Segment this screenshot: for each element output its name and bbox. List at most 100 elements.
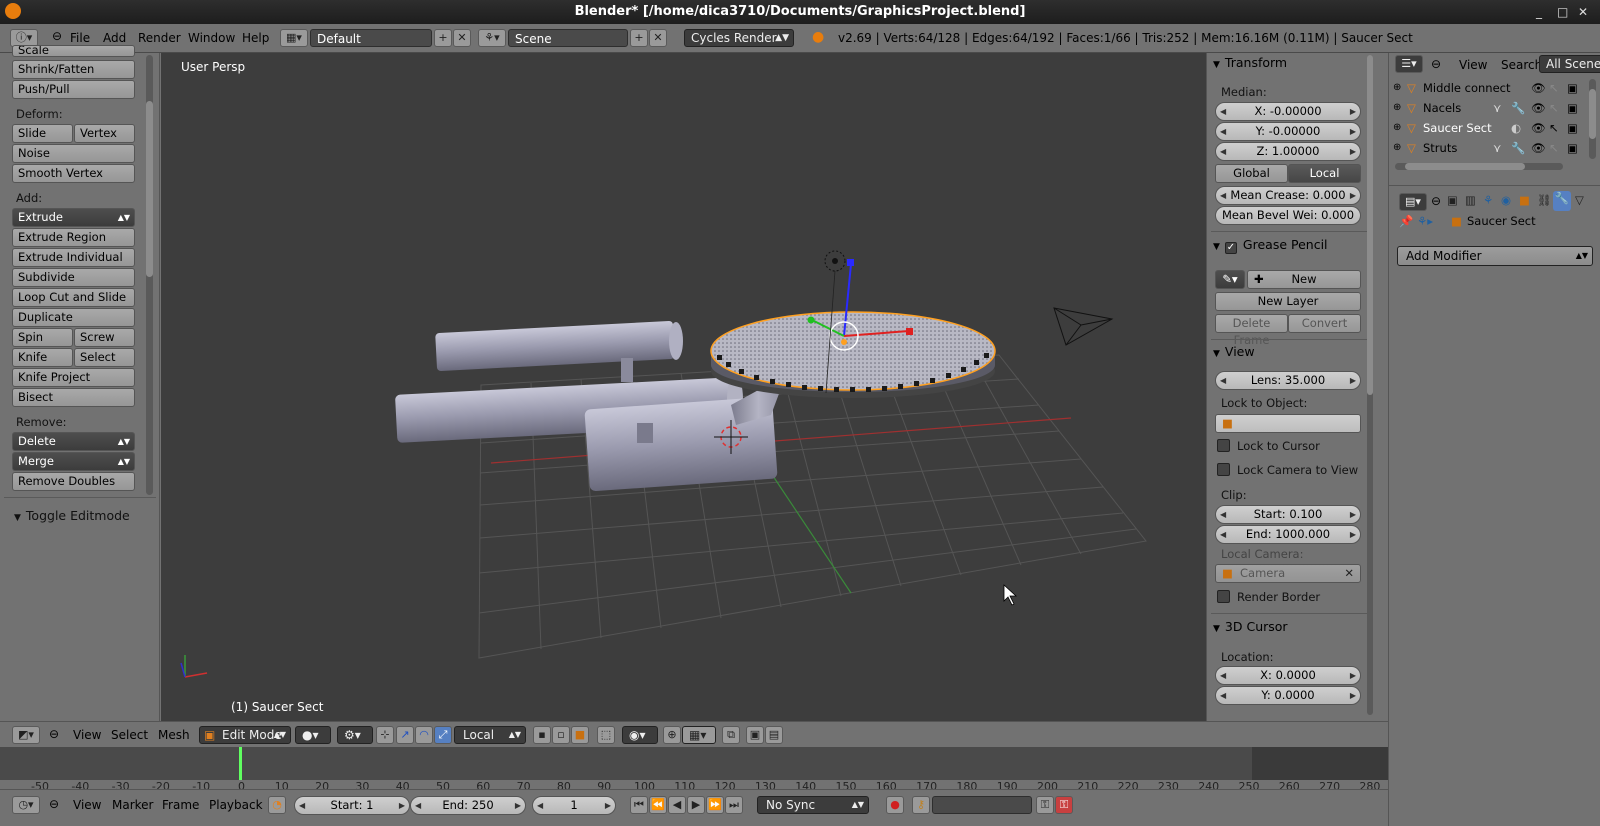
opengl-render-icon[interactable]: ▣ bbox=[746, 726, 764, 744]
lens-field[interactable]: ◀ Lens: 35.000 ▶ bbox=[1215, 371, 1361, 390]
collapse-menu-icon[interactable]: ⊖ bbox=[1431, 57, 1441, 71]
remove-scene-icon[interactable]: ✕ bbox=[649, 29, 667, 47]
slide-edge-button[interactable]: Slide Edge bbox=[12, 124, 73, 157]
jump-end-icon[interactable]: ⏭ bbox=[725, 796, 743, 814]
outliner-h-scroll-thumb[interactable] bbox=[1405, 163, 1525, 170]
global-toggle[interactable]: Global bbox=[1215, 164, 1288, 183]
scale-manipulator-icon[interactable]: ⤢ bbox=[434, 726, 452, 744]
median-z-field[interactable]: ◀ Z: 1.00000 ▶ bbox=[1215, 142, 1361, 161]
transform-orientation-dropdown[interactable]: Local ▲▼ bbox=[454, 726, 526, 744]
expand-icon[interactable]: ⊕ bbox=[1393, 118, 1401, 138]
close-icon[interactable]: ✕ bbox=[1578, 0, 1588, 24]
edge-select-icon[interactable]: ▫ bbox=[552, 726, 570, 744]
proportional-edit-dropdown[interactable]: ◉▾ bbox=[622, 726, 658, 744]
knife-select-button[interactable]: Select bbox=[74, 348, 135, 367]
local-toggle[interactable]: Local bbox=[1288, 164, 1361, 183]
camera-object-icon[interactable] bbox=[1053, 307, 1114, 346]
world-tab-icon[interactable]: ◉ bbox=[1501, 193, 1511, 207]
modifiers-tab-icon[interactable]: 🔧 bbox=[1553, 191, 1571, 211]
outliner-item-middle-connect[interactable]: ⊕ ▽ Middle connect 👁 ↖ ▣ bbox=[1389, 78, 1600, 98]
timeline-editor-icon[interactable]: ◷▾ bbox=[12, 796, 40, 814]
smooth-vertex-button[interactable]: Smooth Vertex bbox=[12, 164, 135, 183]
grease-new-button[interactable]: ✚ New bbox=[1247, 270, 1361, 289]
clear-camera-icon[interactable]: ✕ bbox=[1344, 565, 1354, 582]
outliner-h-scrollbar[interactable] bbox=[1395, 163, 1563, 170]
limit-selection-icon[interactable]: ⬚ bbox=[597, 726, 615, 744]
pivot-point-dropdown[interactable]: ⚙▾ bbox=[337, 726, 373, 744]
mean-crease-field[interactable]: ◀ Mean Crease: 0.000 ▶ bbox=[1215, 186, 1361, 205]
knife-button[interactable]: Knife bbox=[12, 348, 73, 367]
add-modifier-dropdown[interactable]: Add Modifier ▲▼ bbox=[1397, 246, 1593, 266]
outliner-menu-search[interactable]: Search bbox=[1501, 58, 1542, 72]
pointer-icon[interactable]: ↖ bbox=[1549, 138, 1559, 158]
view-panel-header[interactable]: ▼ View bbox=[1213, 344, 1255, 359]
cursor-y-field[interactable]: ◀ Y: 0.0000 ▶ bbox=[1215, 686, 1361, 705]
timeline-view-menu[interactable]: View bbox=[73, 798, 101, 812]
manipulator-toggle-icon[interactable]: ⊹ bbox=[376, 726, 394, 744]
menu-render[interactable]: Render bbox=[138, 31, 181, 45]
pointer-icon[interactable]: ↖ bbox=[1549, 78, 1559, 98]
screw-button[interactable]: Screw bbox=[74, 328, 135, 347]
outliner-v-scroll-thumb[interactable] bbox=[1589, 89, 1596, 139]
lock-camera-checkbox[interactable] bbox=[1217, 463, 1230, 476]
expand-icon[interactable]: ⊕ bbox=[1393, 98, 1401, 118]
outliner-item-struts[interactable]: ⊕ ▽ Struts ⋎ 🔧 👁 ↖ ▣ bbox=[1389, 138, 1600, 158]
translate-manipulator-icon[interactable]: ↗ bbox=[396, 726, 414, 744]
shrink-fatten-button[interactable]: Shrink/Fatten bbox=[12, 60, 135, 79]
clip-end-field[interactable]: ◀ End: 1000.000 ▶ bbox=[1215, 525, 1361, 544]
properties-editor-icon[interactable]: ▤▾ bbox=[1399, 193, 1427, 211]
end-frame-field[interactable]: ◀ End: 250 ▶ bbox=[410, 796, 526, 815]
add-layout-icon[interactable]: + bbox=[434, 29, 452, 47]
knife-project-button[interactable]: Knife Project bbox=[12, 368, 135, 387]
frame-menu[interactable]: Frame bbox=[162, 798, 199, 812]
use-preview-range-icon[interactable]: ◔ bbox=[268, 796, 286, 814]
keying-icon[interactable]: ⚷ bbox=[912, 796, 930, 814]
merge-dropdown[interactable]: Merge ▲▼ bbox=[12, 452, 135, 471]
lock-to-cursor-checkbox[interactable] bbox=[1217, 439, 1230, 452]
current-frame-marker[interactable] bbox=[239, 747, 242, 780]
marker-menu[interactable]: Marker bbox=[112, 798, 153, 812]
outliner-menu-view[interactable]: View bbox=[1459, 58, 1487, 72]
jump-start-icon[interactable]: ⏮ bbox=[630, 796, 648, 814]
eye-icon[interactable]: 👁 bbox=[1531, 138, 1546, 158]
collapse-menu-icon[interactable]: ⊖ bbox=[49, 797, 59, 811]
scene-tab-icon[interactable]: ⚘ bbox=[1483, 193, 1493, 207]
npanel-scroll-thumb[interactable] bbox=[1367, 55, 1373, 395]
eye-icon[interactable]: 👁 bbox=[1531, 98, 1546, 118]
maximize-icon[interactable]: □ bbox=[1557, 0, 1568, 24]
3d-cursor-panel-header[interactable]: ▼ 3D Cursor bbox=[1213, 619, 1288, 634]
snap-target-icon[interactable]: ⧉ bbox=[722, 726, 740, 744]
render-border-checkbox[interactable] bbox=[1217, 590, 1230, 603]
push-pull-button[interactable]: Push/Pull bbox=[12, 80, 135, 99]
pointer-icon[interactable]: ↖ bbox=[1549, 98, 1559, 118]
snap-toggle-icon[interactable]: ⊕ bbox=[663, 726, 681, 744]
collapse-menu-icon[interactable]: ⊖ bbox=[52, 29, 62, 43]
mode-dropdown[interactable]: ▣ Edit Mode ▲▼ bbox=[199, 726, 291, 744]
sync-dropdown[interactable]: No Sync ▲▼ bbox=[757, 796, 869, 814]
camera-render-icon[interactable]: ▣ bbox=[1567, 98, 1578, 118]
delete-dropdown[interactable]: Delete ▲▼ bbox=[12, 432, 135, 451]
vertex-select-icon[interactable]: ▪ bbox=[533, 726, 551, 744]
lock-object-field[interactable]: ■ bbox=[1215, 414, 1361, 433]
rotate-manipulator-icon[interactable]: ◠ bbox=[415, 726, 433, 744]
3d-viewport[interactable]: User Persp (1) Saucer Sect bbox=[161, 53, 1206, 721]
eye-icon[interactable]: 👁 bbox=[1531, 78, 1546, 98]
render-tab-icon[interactable]: ▣ bbox=[1447, 193, 1458, 207]
menu-add[interactable]: Add bbox=[103, 31, 126, 45]
add-scene-icon[interactable]: + bbox=[630, 29, 648, 47]
bisect-button[interactable]: Bisect bbox=[12, 388, 135, 407]
view-menu[interactable]: View bbox=[73, 728, 101, 742]
median-x-field[interactable]: ◀ X: -0.00000 ▶ bbox=[1215, 102, 1361, 121]
keying-set-field[interactable] bbox=[932, 796, 1032, 814]
tool-shelf-scrollbar[interactable] bbox=[146, 55, 153, 495]
play-reverse-icon[interactable]: ◀ bbox=[668, 796, 686, 814]
cursor-x-field[interactable]: ◀ X: 0.0000 ▶ bbox=[1215, 666, 1361, 685]
play-icon[interactable]: ▶ bbox=[687, 796, 705, 814]
tool-shelf-scroll-thumb[interactable] bbox=[146, 101, 153, 277]
menu-window[interactable]: Window bbox=[188, 31, 235, 45]
scene-field[interactable]: Scene bbox=[508, 29, 628, 47]
spin-button[interactable]: Spin bbox=[12, 328, 73, 347]
insert-keyframe-icon[interactable]: ⚿ bbox=[1036, 796, 1054, 814]
clip-start-field[interactable]: ◀ Start: 0.100 ▶ bbox=[1215, 505, 1361, 524]
duplicate-button[interactable]: Duplicate bbox=[12, 308, 135, 327]
